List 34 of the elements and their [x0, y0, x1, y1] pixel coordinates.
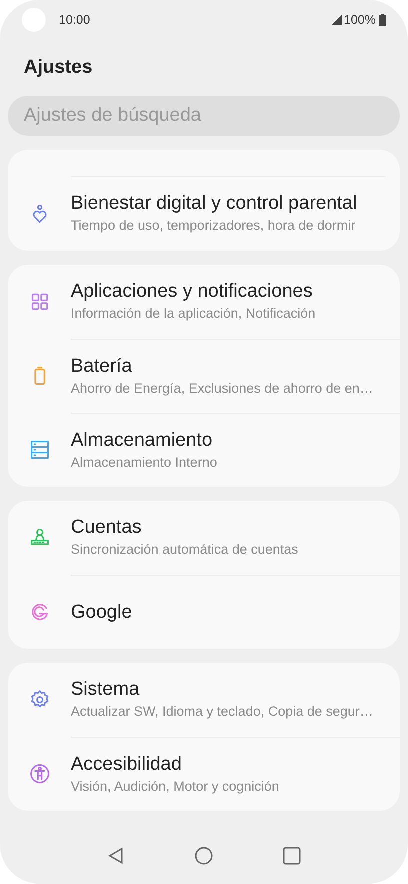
battery-status-icon [379, 14, 386, 26]
search-field[interactable]: Ajustes de búsqueda [8, 96, 400, 136]
settings-item[interactable]: Google [8, 575, 400, 649]
item-subtitle: Visión, Audición, Motor y cognición [71, 778, 280, 796]
clock: 10:00 [59, 12, 90, 29]
battery-percent: 100% [344, 12, 376, 29]
item-title: Cuentas [71, 516, 143, 540]
back-icon[interactable] [107, 847, 125, 865]
item-title: Google [71, 600, 134, 624]
page-title: Ajustes [24, 56, 93, 80]
settings-item[interactable]: Almacenamiento Almacenamiento Interno [8, 413, 400, 487]
settings-item[interactable]: Accesibilidad Visión, Audición, Motor y cognición [8, 737, 400, 811]
settings-item[interactable]: Batería Ahorro de Energía, Exclusiones de ahorro de en… [8, 339, 400, 413]
item-subtitle: Sincronización automática de cuentas [71, 541, 300, 559]
settings-item[interactable]: Sistema Actualizar SW, Idioma y teclado, Copia de segur… [8, 663, 400, 737]
accessibility-icon [28, 763, 50, 785]
item-title: Almacenamiento [71, 428, 214, 452]
item-title: Accesibilidad [71, 752, 183, 776]
item-subtitle: Actualizar SW, Idioma y teclado, Copia de segur… [71, 703, 374, 721]
item-subtitle: Información de la aplicación, Notificación [71, 305, 317, 323]
item-title: Batería [71, 354, 134, 378]
settings-item[interactable]: Bienestar digital y control parental Tiempo de uso, temporizadores, hora de dormir [8, 177, 400, 251]
item-title: Aplicaciones y notificaciones [71, 280, 314, 304]
recents-icon[interactable] [283, 847, 301, 865]
item-title: Sistema [71, 678, 141, 702]
storage-icon [28, 439, 50, 461]
item-subtitle: Tiempo de uso, temporizadores, hora de dormir [71, 217, 357, 235]
item-title: Bienestar digital y control parental [71, 192, 358, 216]
item-subtitle: Almacenamiento Interno [71, 454, 218, 472]
settings-item[interactable]: Cuentas Sincronización automática de cuentas [8, 501, 400, 575]
settings-item[interactable]: Aplicaciones y notificaciones Información de la aplicación, Notificación [8, 265, 400, 339]
home-icon[interactable] [195, 847, 213, 865]
item-subtitle: Ahorro de Energía, Exclusiones de ahorro de en… [71, 380, 374, 398]
signal-icon [332, 15, 342, 25]
